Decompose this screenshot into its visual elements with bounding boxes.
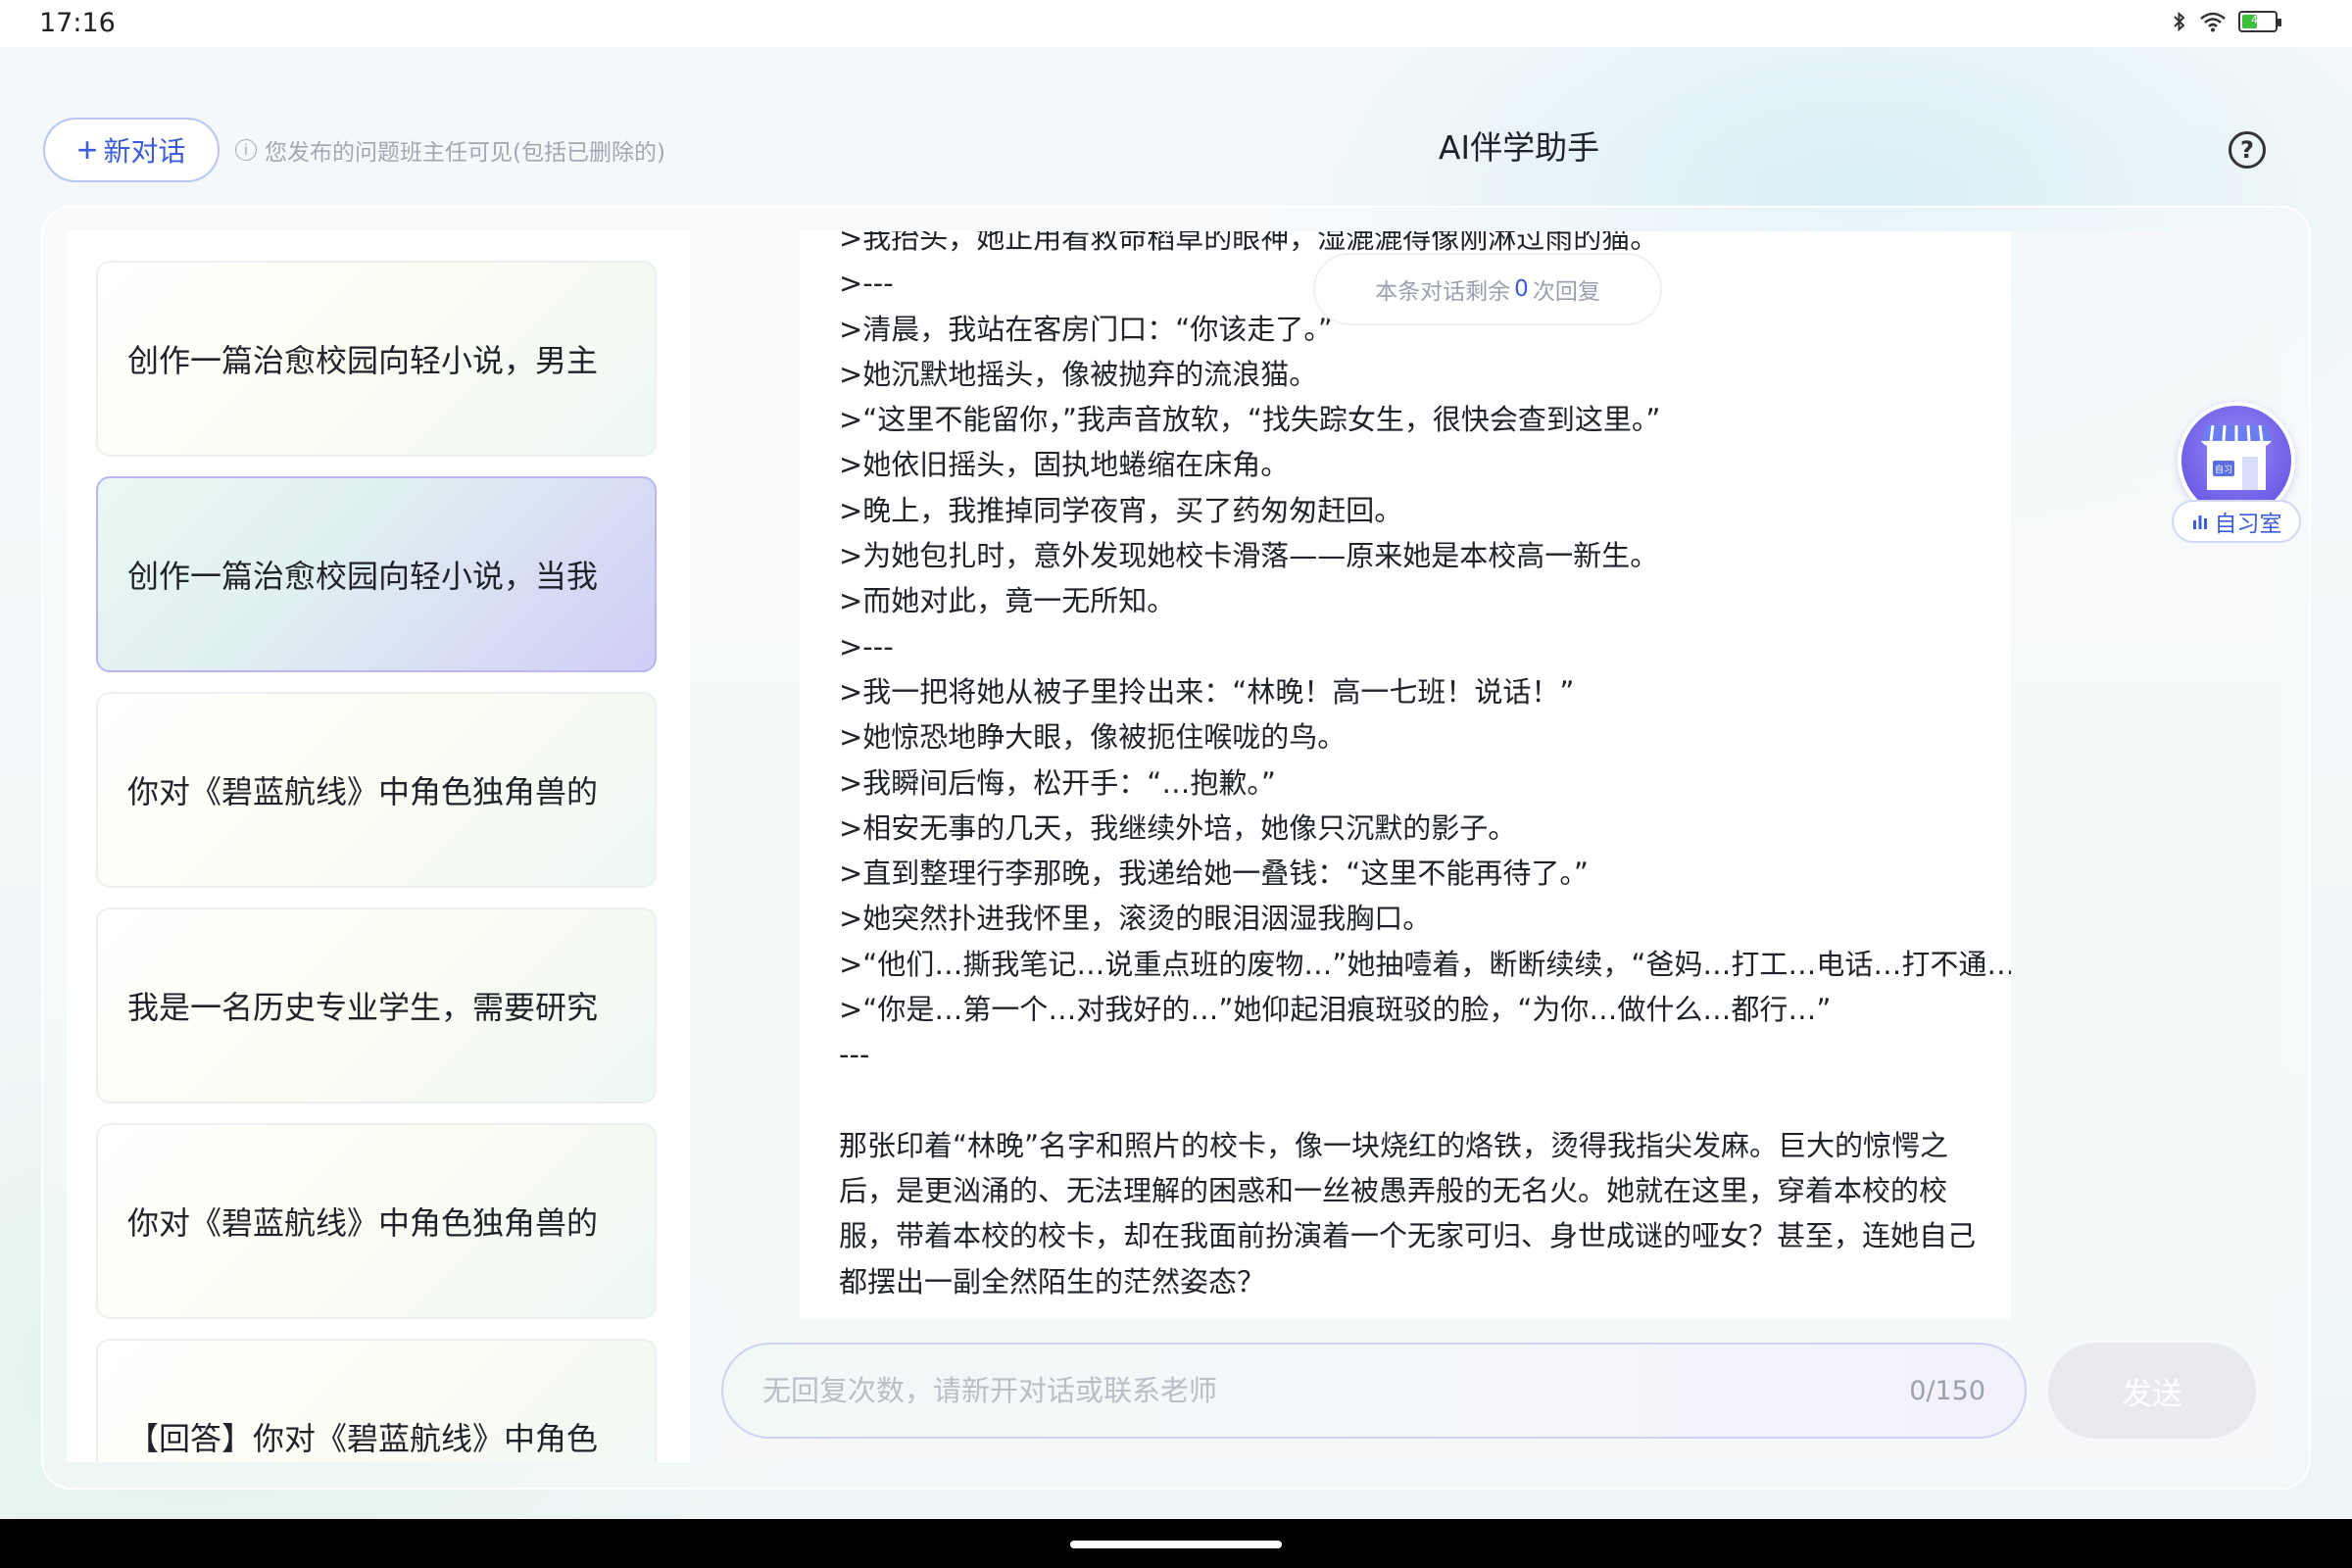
remaining-count: 0 — [1514, 276, 1529, 302]
help-icon[interactable]: ? — [2229, 131, 2266, 169]
conversation-item-active[interactable]: 创作一篇治愈校园向轻小说，当我 — [96, 476, 657, 672]
study-room-label: 自习室 — [2214, 512, 2282, 537]
new-chat-button[interactable]: + 新对话 — [43, 118, 220, 182]
notice-text: 您发布的问题班主任可见(包括已删除的) — [265, 140, 665, 166]
conversation-title: 你对《碧蓝航线》中角色独角兽的 — [127, 1204, 599, 1242]
conversation-title: 创作一篇治愈校园向轻小说，男主 — [127, 342, 599, 379]
conversation-item[interactable]: 你对《碧蓝航线》中角色独角兽的 — [96, 692, 657, 888]
message-line: >直到整理行李那晚，我递给她一叠钱：“这里不能再待了。” — [839, 857, 1589, 891]
message-line: >相安无事的几天，我继续外培，她像只沉默的影子。 — [839, 810, 1517, 845]
battery-icon: 46 — [2238, 11, 2281, 32]
wifi-icon — [2199, 11, 2227, 32]
remaining-suffix: 次回复 — [1532, 279, 1600, 305]
message-line: >为她包扎时，意外发现她校卡滑落——原来她是本校高一新生。 — [839, 539, 1659, 573]
message-line: >“你是…第一个…对我好的…”她仰起泪痕斑驳的脸，“为你…做什么…都行…” — [839, 993, 1832, 1027]
conversation-list: 创作一篇治愈校园向轻小说，男主 创作一篇治愈校园向轻小说，当我 你对《碧蓝航线》… — [67, 231, 690, 1462]
conversation-title: 你对《碧蓝航线》中角色独角兽的 — [127, 773, 599, 810]
conversation-item[interactable]: 创作一篇治愈校园向轻小说，男主 — [96, 261, 657, 457]
send-button[interactable]: 发送 — [2048, 1343, 2256, 1439]
message-line: --- — [839, 1038, 870, 1072]
info-icon: i — [235, 139, 257, 161]
message-line: >--- — [839, 629, 894, 663]
message-line: >她突然扑进我怀里，滚烫的眼泪洇湿我胸口。 — [839, 902, 1432, 936]
remaining-prefix: 本条对话剩余 — [1375, 279, 1511, 305]
char-count: 0/150 — [1909, 1375, 1985, 1406]
message-paragraph: 那张印着“林晚”名字和照片的校卡，像一块烧红的烙铁，烫得我指尖发麻。巨大的惊愕之… — [839, 1128, 1977, 1298]
app-screen: 17:16 46 + 新对话 i 您发布的问题班主任可见(包括已删除的) AI伴… — [0, 0, 2352, 1568]
message-line: >她依旧摇头，固执地蜷缩在床角。 — [839, 448, 1290, 482]
study-room-sign: 自习 — [2215, 464, 2232, 475]
message-line: >我一把将她从被子里拎出来：“林晚！高一七班！说话！” — [839, 674, 1575, 709]
message-line: >“这里不能留你，”我声音放软，“找失踪女生，很快会查到这里。” — [839, 403, 1661, 437]
conversation-item[interactable]: 我是一名历史专业学生，需要研究 — [96, 907, 657, 1103]
message-line: >“他们…撕我笔记…说重点班的废物…”她抽噎着，断断续续，“爸妈…打工…电话…打… — [839, 947, 2011, 981]
study-room-button[interactable]: 自习 自习室 — [2172, 402, 2303, 545]
message-line: >我瞬间后悔，松开手：“…抱歉。” — [839, 765, 1276, 800]
home-indicator[interactable] — [1070, 1541, 1282, 1548]
plus-icon: + — [76, 129, 98, 170]
remaining-replies-badge: 本条对话剩余 0 次回复 — [1313, 253, 1662, 325]
message-line: >而她对此，竟一无所知。 — [839, 584, 1176, 618]
battery-level: 46 — [2251, 14, 2265, 26]
conversation-item[interactable]: 【回答】你对《碧蓝航线》中角色 — [96, 1339, 657, 1462]
status-time: 17:16 — [39, 8, 116, 38]
conversation-title: 【回答】你对《碧蓝航线》中角色 — [127, 1420, 599, 1457]
conversation-item[interactable]: 你对《碧蓝航线》中角色独角兽的 — [96, 1123, 657, 1319]
message-line: >她沉默地摇头，像被抛弃的流浪猫。 — [839, 357, 1318, 391]
assistant-message: >我抬头，她正用看救命稻草的眼神，湿漉漉得像刚淋过雨的猫。 >--- >清晨，我… — [800, 231, 2011, 1319]
conversation-title: 创作一篇治愈校园向轻小说，当我 — [127, 558, 599, 595]
bar-chart-icon — [2192, 515, 2207, 529]
visibility-notice: i 您发布的问题班主任可见(包括已删除的) — [235, 133, 665, 167]
message-input[interactable] — [762, 1374, 1910, 1407]
study-room-label-pill: 自习室 — [2172, 500, 2301, 543]
system-nav-bar — [0, 1519, 2352, 1568]
page-title: AI伴学助手 — [1438, 128, 1600, 167]
new-chat-label: 新对话 — [103, 136, 186, 167]
message-line: >晚上，我推掉同学夜宵，买了药匆匆赶回。 — [839, 493, 1403, 527]
message-input-bar: 0/150 — [721, 1343, 2027, 1439]
status-bar: 17:16 46 — [0, 0, 2352, 47]
bluetooth-icon — [2172, 10, 2187, 33]
message-line: >她惊恐地睁大眼，像被扼住喉咙的鸟。 — [839, 720, 1347, 755]
conversation-title: 我是一名历史专业学生，需要研究 — [127, 989, 599, 1026]
message-text: >我抬头，她正用看救命稻草的眼神，湿漉漉得像刚淋过雨的猫。 >--- >清晨，我… — [839, 231, 2011, 1304]
status-icons: 46 — [2172, 10, 2281, 33]
